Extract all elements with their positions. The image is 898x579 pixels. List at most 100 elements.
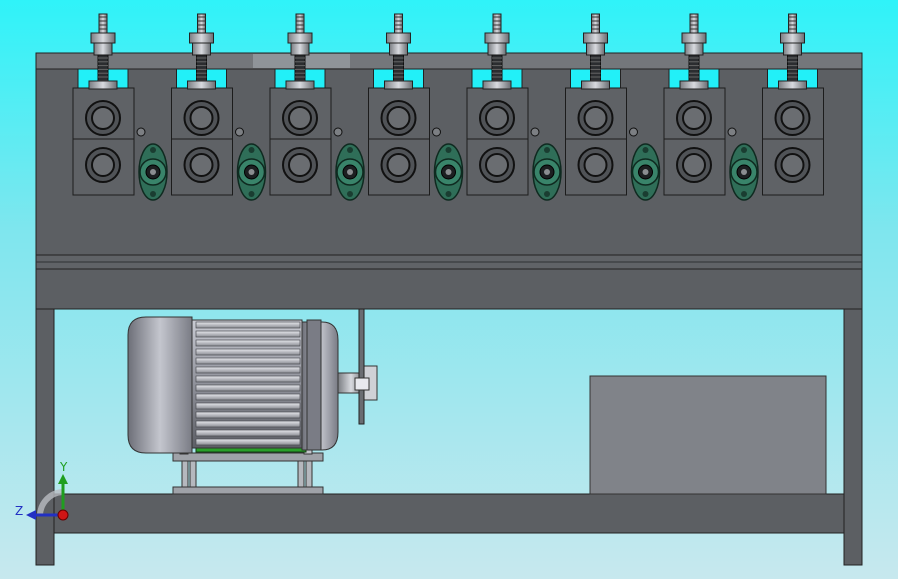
roller-hub-icon (288, 106, 312, 130)
roller-hub-icon (91, 106, 115, 130)
grease-fitting-icon (136, 127, 146, 137)
lock-nut (189, 32, 214, 44)
roller-hub-icon (386, 153, 411, 177)
shaft-end-icon (741, 169, 747, 175)
flange-bolt-icon (445, 191, 452, 197)
shaft-end-icon (150, 169, 156, 175)
screw-collar (192, 42, 211, 56)
grease-fitting-icon (333, 127, 343, 137)
right-leg[interactable] (843, 308, 863, 566)
roller-hub-icon (386, 106, 411, 130)
motor-rear-cap (127, 316, 193, 454)
shaft-end-icon (347, 169, 353, 175)
shaft-end-icon (445, 169, 452, 175)
flange-bolt-icon (347, 147, 353, 153)
left-leg[interactable] (35, 308, 55, 566)
electric-motor[interactable] (127, 308, 378, 495)
cooling-fin (195, 357, 301, 365)
cooling-fin (195, 375, 301, 383)
base-nut (384, 80, 413, 90)
roller-hub-icon (288, 153, 312, 177)
flange-bolt-icon (544, 191, 550, 197)
screw-collar (93, 42, 113, 56)
shaft-end-icon (544, 169, 550, 175)
roller-station[interactable] (565, 13, 627, 196)
screw-collar (290, 42, 310, 56)
screw-collar (684, 42, 704, 56)
base-nut (88, 80, 118, 90)
flange-bolt-icon (642, 191, 649, 197)
screw-collar (586, 42, 605, 56)
roller-station[interactable] (368, 13, 430, 196)
lock-nut (681, 32, 707, 44)
roller-hub-icon (583, 106, 608, 130)
cooling-fin (195, 366, 301, 374)
cooling-fin (195, 420, 301, 428)
grease-fitting-icon (235, 127, 244, 137)
roller-hub-icon (583, 153, 608, 177)
flange-bolt-icon (544, 147, 550, 153)
roller-hub-icon (189, 153, 214, 177)
flange-bolt-icon (642, 147, 649, 153)
lock-nut (484, 32, 510, 44)
lock-nut (386, 32, 411, 44)
motor-base-plate (172, 486, 324, 495)
top-plate[interactable] (35, 52, 863, 70)
roller-hub-icon (91, 153, 115, 177)
cooling-fin (195, 348, 301, 356)
cooling-fin (195, 321, 301, 329)
grease-fitting-icon (530, 127, 540, 137)
roller-hub-icon (485, 153, 509, 177)
flange-bolt-icon (741, 147, 747, 153)
screw-collar (487, 42, 507, 56)
motor-base-frame (172, 452, 324, 462)
flange-bolt-icon (150, 147, 156, 153)
roller-station[interactable] (72, 13, 135, 196)
roller-hub-icon (780, 106, 805, 130)
flange-bolt-icon (150, 191, 156, 197)
origin-dot (57, 509, 69, 521)
grease-fitting-icon (727, 127, 737, 137)
lower-cross-beam[interactable] (35, 268, 863, 310)
screw-collar (783, 42, 802, 56)
cooling-fin (195, 393, 301, 401)
cooling-fin (195, 330, 301, 338)
grease-fitting-icon (432, 127, 441, 137)
control-box[interactable] (589, 375, 827, 495)
flange-bolt-icon (741, 191, 747, 197)
base-nut (482, 80, 512, 90)
flange-bolt-icon (347, 191, 353, 197)
cad-model[interactable]: Y Z (0, 0, 898, 579)
roller-station[interactable] (269, 13, 332, 196)
cooling-fin (195, 438, 301, 446)
roller-station[interactable] (663, 13, 726, 196)
roller-station[interactable] (762, 13, 824, 196)
triad-y-label: Y (59, 460, 68, 474)
shaft-end-icon (248, 169, 255, 175)
flange-bolt-icon (248, 191, 255, 197)
triad-z-label: Z (15, 504, 23, 518)
roller-station[interactable] (466, 13, 529, 196)
cooling-fin (195, 402, 301, 410)
graphics-viewport[interactable]: Y Z (0, 0, 898, 579)
lock-nut (780, 32, 805, 44)
roller-hub-icon (682, 153, 706, 177)
base-nut (778, 80, 807, 90)
roller-station[interactable] (171, 13, 233, 196)
sprocket[interactable] (358, 308, 365, 425)
cooling-fin (195, 429, 301, 437)
cooling-fin (195, 411, 301, 419)
flange-bolt-icon (445, 147, 452, 153)
roller-hub-icon (485, 106, 509, 130)
cooling-fin (195, 339, 301, 347)
lock-nut (90, 32, 116, 44)
base-nut (285, 80, 315, 90)
cooling-fin (195, 384, 301, 392)
roller-hub-icon (682, 106, 706, 130)
shaft-end-icon (642, 169, 649, 175)
bottom-shelf[interactable] (53, 493, 845, 534)
lock-nut (583, 32, 608, 44)
base-nut (679, 80, 709, 90)
base-nut (581, 80, 610, 90)
motor-body (191, 319, 303, 449)
